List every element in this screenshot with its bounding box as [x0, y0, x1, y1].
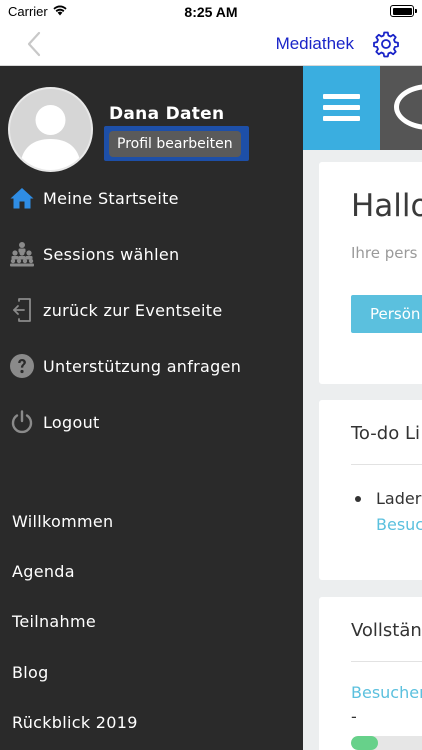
back-chevron-icon[interactable] — [22, 30, 46, 58]
navigation-bar: Mediathek — [0, 24, 422, 66]
completion-card: Vollstän Besucher - — [319, 597, 422, 750]
drawer-link-teilnahme[interactable]: Teilnahme — [12, 607, 96, 637]
menu-item-event-page[interactable]: zurück zur Eventseite — [0, 288, 303, 332]
edit-profile-focus: Profil bearbeiten — [104, 126, 249, 161]
avatar[interactable] — [8, 87, 93, 172]
gear-icon[interactable] — [372, 30, 400, 58]
drawer-link-blog[interactable]: Blog — [12, 658, 49, 688]
menu-item-home[interactable]: Meine Startseite — [0, 176, 303, 220]
todo-card: To-do Li Lader Besuc — [319, 400, 422, 580]
drawer-link-agenda[interactable]: Agenda — [12, 557, 75, 587]
page-content: Hallo Ihre pers Persön To-do Li Lader Be… — [303, 66, 422, 750]
home-icon — [8, 184, 36, 212]
divider — [351, 464, 422, 465]
page-header — [303, 66, 422, 150]
side-drawer: Dana Daten Profil bearbeiten Meine Start… — [0, 66, 303, 750]
audience-icon — [8, 240, 36, 268]
drawer-link-rueckblick[interactable]: Rückblick 2019 — [12, 708, 138, 738]
menu-item-label: Unterstützung anfragen — [43, 356, 242, 376]
completion-progress-bar — [351, 736, 422, 750]
todo-item-link[interactable]: Besuc — [376, 515, 422, 534]
bullet-icon — [355, 496, 361, 502]
progress-fill — [351, 736, 378, 750]
menu-item-label: Sessions wählen — [43, 244, 180, 264]
help-icon — [8, 352, 36, 380]
exit-icon — [8, 296, 36, 324]
menu-item-label: Meine Startseite — [43, 188, 179, 208]
clock: 8:25 AM — [184, 4, 238, 20]
user-name: Dana Daten — [109, 104, 225, 124]
menu-item-support[interactable]: Unterstützung anfragen — [0, 344, 303, 388]
hamburger-menu-button[interactable] — [303, 66, 380, 150]
mediathek-link[interactable]: Mediathek — [276, 34, 354, 54]
drawer-link-willkommen[interactable]: Willkommen — [12, 507, 113, 537]
edit-profile-button[interactable]: Profil bearbeiten — [109, 131, 241, 157]
battery-icon — [390, 5, 417, 17]
menu-item-label: zurück zur Eventseite — [43, 300, 223, 320]
personal-button[interactable]: Persön — [351, 295, 422, 333]
completion-title: Vollstän — [351, 620, 422, 641]
menu-item-label: Logout — [43, 412, 100, 432]
power-icon — [8, 408, 36, 436]
menu-item-logout[interactable]: Logout — [0, 400, 303, 444]
greeting-card: Hallo Ihre pers Persön — [319, 162, 422, 384]
greeting-title: Hallo — [351, 188, 422, 224]
completion-value: - — [351, 707, 357, 726]
status-bar: Carrier 8:25 AM — [0, 0, 422, 24]
person-icon — [20, 105, 81, 170]
todo-title: To-do Li — [351, 423, 420, 444]
menu-item-sessions[interactable]: Sessions wählen — [0, 232, 303, 276]
todo-item-text: Lader — [376, 489, 422, 508]
visitor-link[interactable]: Besucher — [351, 683, 422, 702]
greeting-subtitle: Ihre pers — [351, 244, 418, 262]
divider — [351, 661, 422, 662]
event-logo — [380, 66, 422, 150]
